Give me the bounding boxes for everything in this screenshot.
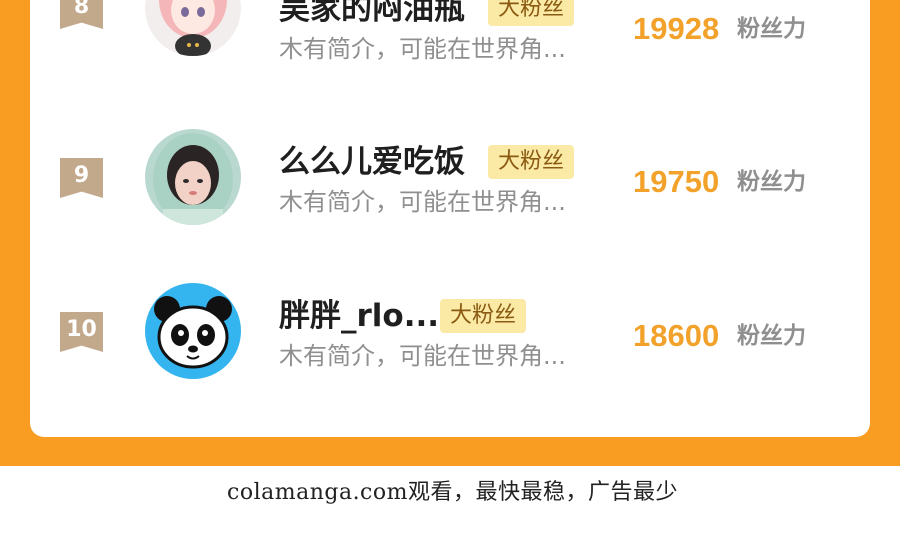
panda-avatar[interactable] — [145, 283, 241, 379]
fan-ranking-card: 8 吴家的闷油瓶 大粉丝 木有简介，可能在世界角... 19928 粉丝力 9 — [30, 0, 870, 437]
fan-bio: 木有简介，可能在世界角... — [279, 35, 566, 63]
rank-badge: 9 — [60, 158, 103, 198]
fan-score: 18600 — [633, 318, 720, 353]
girl-photo-avatar[interactable] — [145, 129, 241, 225]
fan-badge: 大粉丝 — [488, 145, 575, 179]
watermark-footer: colamanga.com观看，最快最稳，广告最少 — [227, 480, 678, 505]
fan-badge: 大粉丝 — [488, 0, 575, 26]
ranking-row[interactable]: 9 么么儿爱吃饭 大粉丝 木有简介，可能在世界角... 19750 粉丝力 — [30, 129, 870, 243]
fan-bio: 木有简介，可能在世界角... — [279, 188, 566, 216]
fan-bio: 木有简介，可能在世界角... — [279, 342, 566, 370]
ranking-row[interactable]: 8 吴家的闷油瓶 大粉丝 木有简介，可能在世界角... 19928 粉丝力 — [30, 0, 870, 90]
ranking-row[interactable]: 10 胖胖_rlo... 大粉丝 木有简介，可能在世界角... 18600 粉丝… — [30, 283, 870, 397]
rank-badge: 10 — [60, 312, 103, 352]
fan-badge: 大粉丝 — [440, 299, 527, 333]
fan-name[interactable]: 胖胖_rlo... — [279, 297, 439, 335]
fan-name[interactable]: 吴家的闷油瓶 — [279, 0, 465, 28]
fan-score-unit: 粉丝力 — [737, 323, 806, 349]
rank-badge: 8 — [60, 0, 103, 29]
fan-score-unit: 粉丝力 — [737, 16, 806, 42]
anime-girl-avatar[interactable] — [145, 0, 241, 56]
fan-score: 19750 — [633, 164, 720, 199]
fan-name[interactable]: 么么儿爱吃饭 — [279, 143, 465, 181]
fan-score-unit: 粉丝力 — [737, 169, 806, 195]
fan-score: 19928 — [633, 11, 720, 46]
